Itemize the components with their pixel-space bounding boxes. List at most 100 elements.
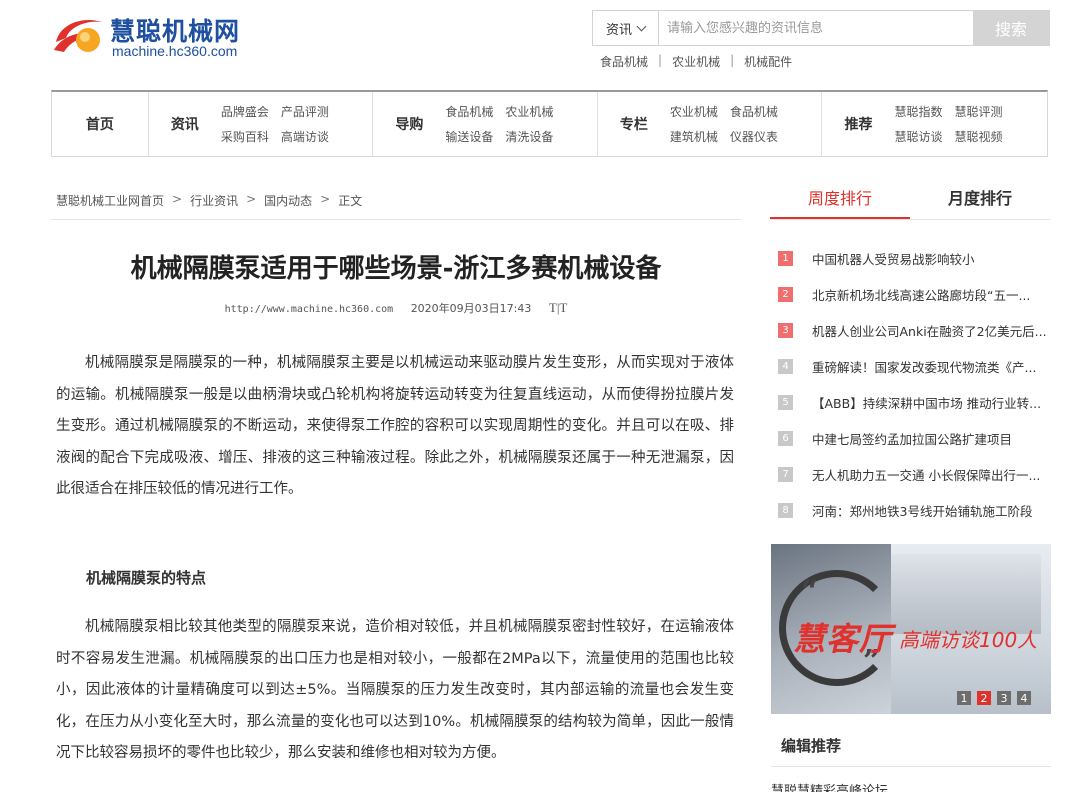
rank-title[interactable]: 重磅解读！国家发改委现代物流类《产... (812, 357, 1046, 376)
search-category-select[interactable]: 资讯 (593, 11, 659, 45)
breadcrumb-separator: > (172, 192, 183, 206)
nav-link[interactable]: 品牌盛会 (221, 103, 269, 120)
divider (771, 766, 1051, 767)
font-size-toggle[interactable]: T|T (549, 300, 567, 315)
article-paragraph: 机械隔膜泵是隔膜泵的一种，机械隔膜泵主要是以机械运动来驱动膜片发生变形，从而实现… (56, 355, 734, 497)
site-logo[interactable]: 慧聪机械网 machine.hc360.com (52, 10, 252, 62)
list-item[interactable]: 2 北京新机场北线高速公路廊坊段“五一... (778, 276, 1048, 312)
article-source-url[interactable]: http://www.machine.hc360.com (225, 304, 394, 315)
breadcrumb-separator: > (246, 192, 257, 206)
list-item[interactable]: 6 中建七局签约孟加拉国公路扩建项目 (778, 420, 1048, 456)
breadcrumb-item[interactable]: 慧聪机械工业网首页 (56, 192, 164, 209)
main-nav: 首页 资讯 品牌盛会 产品评测 采购百科 高端访谈 导购 食品机械 农业机械 输… (51, 90, 1048, 157)
logo-domain: machine.hc360.com (112, 43, 238, 59)
separator: | (658, 53, 663, 67)
search-bar: 资讯 搜索 (592, 10, 1050, 46)
nav-group-recommend: 推荐 慧聪指数 慧聪评测 慧聪访谈 慧聪视频 (822, 92, 1047, 156)
quote-open-icon: “ (801, 574, 819, 609)
hot-link[interactable]: 机械配件 (744, 53, 792, 70)
banner-page-button[interactable]: 4 (1017, 691, 1031, 705)
nav-group-column: 专栏 农业机械 食品机械 建筑机械 仪器仪表 (598, 92, 823, 156)
search-input[interactable] (659, 11, 973, 45)
promo-banner[interactable]: “ ” 慧客厅 高端访谈100人 1 2 3 4 (771, 544, 1051, 714)
rank-badge: 7 (778, 466, 793, 482)
list-item[interactable]: 4 重磅解读！国家发改委现代物流类《产... (778, 348, 1048, 384)
nav-link[interactable]: 采购百科 (221, 128, 269, 145)
ranking-tabs: 周度排行 月度排行 (770, 180, 1050, 220)
ranking-list: 1 中国机器人受贸易战影响较小 2 北京新机场北线高速公路廊坊段“五一... 3 机器… (778, 240, 1048, 528)
banner-page-button-active[interactable]: 2 (977, 691, 991, 705)
logo-swirl-icon (54, 20, 102, 52)
nav-link[interactable]: 慧聪评测 (954, 103, 1002, 120)
list-item[interactable]: 3 机器人创业公司Anki在融资了2亿美元后... (778, 312, 1048, 348)
nav-link[interactable]: 慧聪视频 (954, 128, 1002, 145)
hot-link[interactable]: 农业机械 (672, 53, 720, 70)
banner-page-button[interactable]: 3 (997, 691, 1011, 705)
breadcrumb-item[interactable]: 行业资讯 (190, 192, 238, 209)
article-meta: http://www.machine.hc360.com 2020年09月03日… (51, 300, 741, 316)
rank-title[interactable]: 北京新机场北线高速公路廊坊段“五一... (812, 285, 1046, 304)
nav-group-guide: 导购 食品机械 农业机械 输送设备 清洗设备 (373, 92, 598, 156)
banner-brand: 慧客厅 (793, 620, 893, 658)
hot-links: 食品机械 | 农业机械 | 机械配件 (600, 53, 792, 70)
nav-link[interactable]: 农业机械 (670, 103, 718, 120)
rank-badge: 5 (778, 394, 793, 410)
article-date: 2020年09月03日17:43 (410, 302, 532, 315)
article-body: 机械隔膜泵是隔膜泵的一种，机械隔膜泵主要是以机械运动来驱动膜片发生变形，从而实现… (56, 348, 734, 770)
article-subheading: 机械隔膜泵的特点 (86, 568, 207, 587)
search-button[interactable]: 搜索 (973, 11, 1049, 45)
rank-badge: 4 (778, 358, 793, 374)
nav-group-news: 资讯 品牌盛会 产品评测 采购百科 高端访谈 (149, 92, 374, 156)
banner-photo (891, 554, 1041, 634)
rank-badge: 2 (778, 286, 793, 302)
breadcrumb-item[interactable]: 国内动态 (264, 192, 312, 209)
banner-page-button[interactable]: 1 (957, 691, 971, 705)
nav-group-heading[interactable]: 导购 (373, 114, 445, 134)
nav-link[interactable]: 清洗设备 (505, 128, 553, 145)
article-paragraph: 机械隔膜泵相比较其他类型的隔膜泵来说，造价相对较低，并且机械隔膜泵密封性较好，在… (56, 619, 734, 761)
nav-link[interactable]: 输送设备 (445, 128, 493, 145)
nav-group-heading[interactable]: 资讯 (149, 114, 221, 134)
breadcrumb: 慧聪机械工业网首页 > 行业资讯 > 国内动态 > 正文 (56, 192, 362, 209)
search-category-label: 资讯 (605, 22, 632, 38)
nav-link[interactable]: 产品评测 (281, 103, 329, 120)
list-item[interactable]: 8 河南：郑州地铁3号线开始铺轨施工阶段 (778, 492, 1048, 528)
nav-group-heading[interactable]: 专栏 (598, 114, 670, 134)
nav-link[interactable]: 慧聪访谈 (894, 128, 942, 145)
rank-badge: 8 (778, 502, 793, 518)
nav-group-heading[interactable]: 推荐 (822, 114, 894, 134)
nav-link[interactable]: 慧聪指数 (894, 103, 942, 120)
editor-picks-heading: 编辑推荐 (781, 737, 842, 755)
breadcrumb-item: 正文 (338, 194, 363, 208)
editor-pick-item[interactable]: 慧聪慧精彩高峰论坛 (771, 780, 888, 792)
banner-slogan: 高端访谈100人 (899, 628, 1038, 652)
nav-link[interactable]: 高端访谈 (281, 128, 329, 145)
rank-title[interactable]: 无人机助力五一交通 小长假保障出行一... (812, 465, 1046, 484)
hot-link[interactable]: 食品机械 (600, 53, 648, 70)
nav-link[interactable]: 农业机械 (505, 103, 553, 120)
nav-home[interactable]: 首页 (52, 92, 149, 156)
rank-title[interactable]: 中国机器人受贸易战影响较小 (812, 249, 1046, 268)
tab-weekly[interactable]: 周度排行 (770, 180, 910, 219)
article-title: 机械隔膜泵适用于哪些场景-浙江多赛机械设备 (130, 254, 662, 284)
rank-title[interactable]: 【ABB】持续深耕中国市场 推动行业转... (812, 393, 1046, 412)
nav-link[interactable]: 建筑机械 (670, 128, 718, 145)
chevron-down-icon (636, 21, 647, 31)
separator: | (730, 53, 735, 67)
list-item[interactable]: 5 【ABB】持续深耕中国市场 推动行业转... (778, 384, 1048, 420)
nav-link[interactable]: 食品机械 (730, 103, 778, 120)
rank-badge: 1 (778, 250, 793, 266)
breadcrumb-separator: > (320, 192, 331, 206)
rank-title[interactable]: 机器人创业公司Anki在融资了2亿美元后... (812, 321, 1046, 340)
tab-monthly[interactable]: 月度排行 (910, 180, 1050, 219)
rank-badge: 6 (778, 430, 793, 446)
banner-pager: 1 2 3 4 (957, 691, 1031, 705)
rank-badge: 3 (778, 322, 793, 338)
nav-link[interactable]: 仪器仪表 (730, 128, 778, 145)
divider (51, 219, 741, 220)
rank-title[interactable]: 河南：郑州地铁3号线开始铺轨施工阶段 (812, 501, 1046, 520)
rank-title[interactable]: 中建七局签约孟加拉国公路扩建项目 (812, 429, 1046, 448)
list-item[interactable]: 7 无人机助力五一交通 小长假保障出行一... (778, 456, 1048, 492)
list-item[interactable]: 1 中国机器人受贸易战影响较小 (778, 240, 1048, 276)
nav-link[interactable]: 食品机械 (445, 103, 493, 120)
